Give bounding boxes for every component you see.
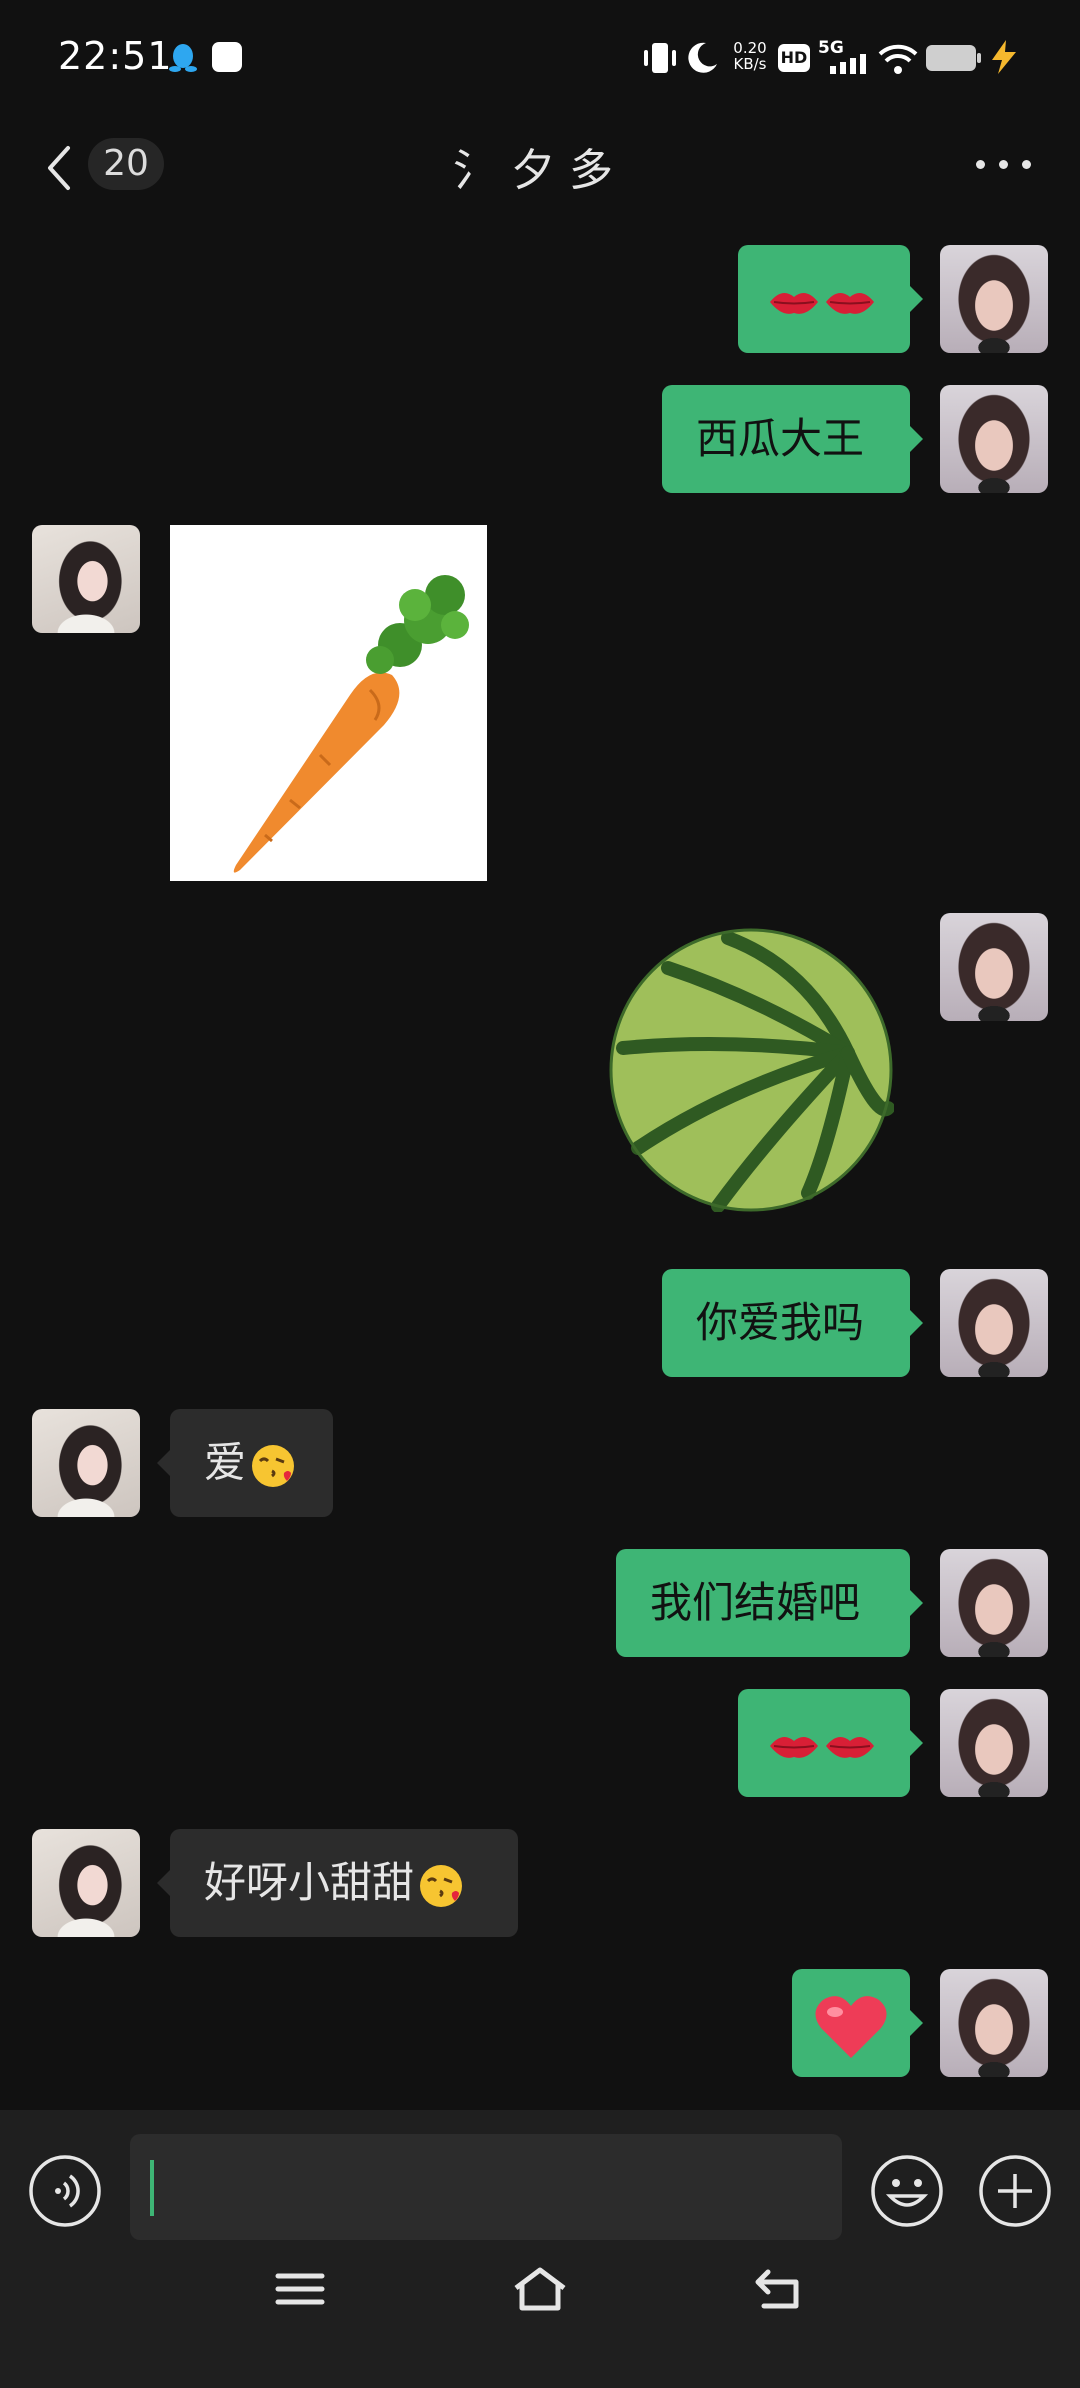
message-bubble-me[interactable]: 西瓜大王	[662, 385, 923, 493]
message-text: 好呀小甜甜	[204, 1858, 415, 1907]
message-bubble-other[interactable]: 好呀小甜甜	[157, 1829, 518, 1937]
wifi-icon	[878, 44, 918, 74]
more-button[interactable]	[970, 146, 1040, 182]
signal-icon	[830, 54, 866, 74]
chat-header: 20 氵夕多	[0, 118, 1080, 206]
lips-emoji	[826, 1736, 874, 1758]
chat-title: 氵夕多	[453, 145, 627, 196]
app-icon	[212, 42, 242, 72]
my-avatar[interactable]	[940, 913, 1048, 1021]
vibrate-icon	[644, 43, 676, 73]
qq-icon	[169, 44, 197, 72]
my-avatar[interactable]	[940, 385, 1048, 493]
heart-emoji	[815, 1995, 887, 2058]
carrot-icon	[233, 575, 469, 873]
message-bubble-me[interactable]: 我们结婚吧	[616, 1549, 923, 1657]
charging-icon	[992, 40, 1016, 74]
back-icon[interactable]	[750, 2262, 810, 2316]
net-speed: 0.20 KB/s	[733, 39, 767, 73]
my-avatar[interactable]	[940, 245, 1048, 353]
moon-icon	[688, 42, 717, 73]
my-avatar[interactable]	[940, 1689, 1048, 1797]
message-bubble-me[interactable]	[738, 245, 923, 353]
contact-avatar[interactable]	[32, 525, 140, 633]
my-avatar[interactable]	[940, 1549, 1048, 1657]
message-text: 爱	[204, 1438, 247, 1487]
message-bubble-other[interactable]: 爱	[157, 1409, 333, 1517]
message-bubble-me[interactable]: 你爱我吗	[662, 1269, 923, 1377]
menu-icon[interactable]	[270, 2262, 330, 2316]
message-bubble-me[interactable]	[738, 1689, 923, 1797]
system-navigation	[0, 2210, 1080, 2350]
home-icon[interactable]	[510, 2262, 570, 2316]
status-time: 22:51	[58, 34, 173, 78]
my-avatar[interactable]	[940, 1969, 1048, 2077]
watermelon-sticker[interactable]	[608, 928, 895, 1213]
contact-avatar[interactable]	[32, 1829, 140, 1937]
lips-emoji	[826, 292, 874, 314]
text-caret	[150, 2160, 154, 2216]
my-avatar[interactable]	[940, 1269, 1048, 1377]
input-bar	[0, 2110, 1080, 2388]
back-button[interactable]: 20	[36, 130, 166, 194]
watermelon-icon	[609, 928, 895, 1213]
kiss-emoji	[420, 1864, 463, 1907]
hd-badge: HD	[778, 44, 810, 72]
chevron-left-icon	[48, 146, 70, 190]
message-bubble-me[interactable]	[792, 1969, 923, 2077]
status-bar: 22:51 0.20 KB/s HD 5G	[0, 0, 1080, 118]
kiss-emoji	[252, 1444, 295, 1487]
more-icon	[976, 160, 985, 169]
carrot-sticker[interactable]	[170, 525, 487, 881]
unread-count-badge: 20	[88, 138, 164, 190]
lips-emoji	[770, 1736, 818, 1758]
contact-avatar[interactable]	[32, 1409, 140, 1517]
battery-icon	[926, 45, 981, 71]
lips-emoji	[770, 292, 818, 314]
